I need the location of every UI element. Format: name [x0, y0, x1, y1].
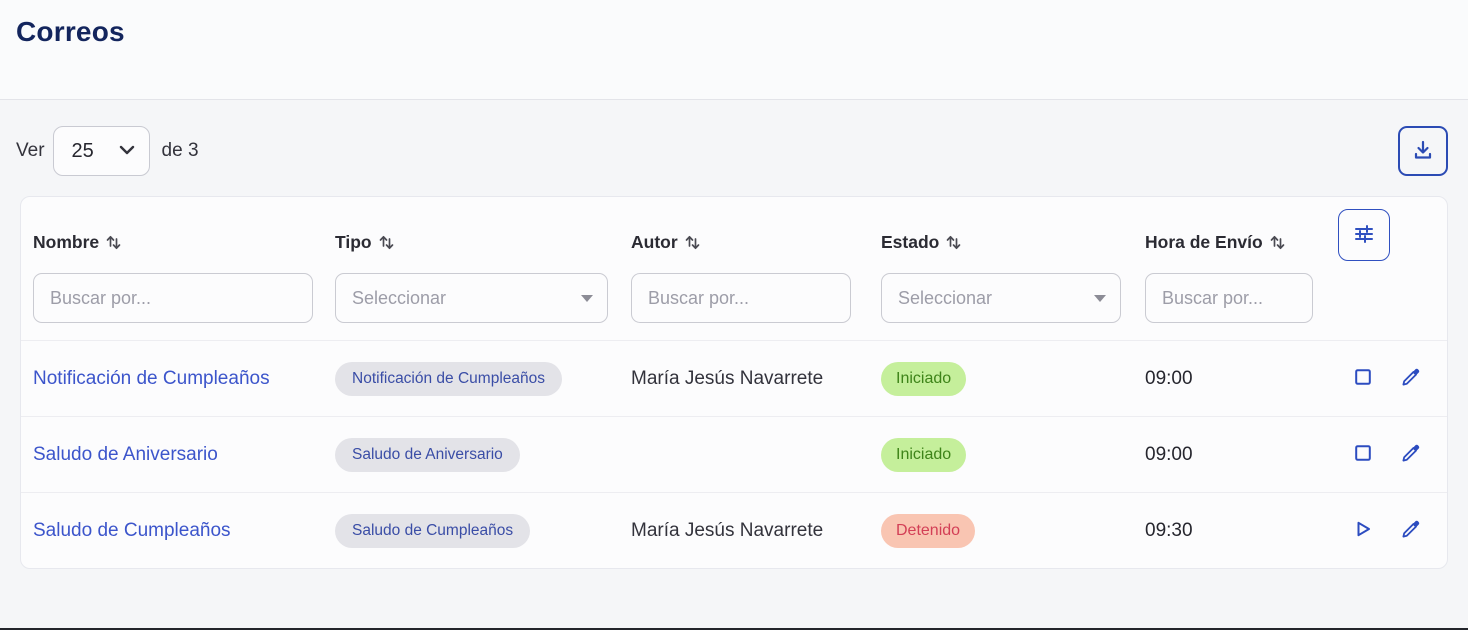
row-actions: [1338, 443, 1447, 467]
edit-button[interactable]: [1400, 443, 1421, 467]
sort-icon[interactable]: [685, 234, 700, 251]
sliders-icon: [1352, 222, 1376, 249]
sort-icon[interactable]: [379, 234, 394, 251]
tipo-filter-select[interactable]: Seleccionar: [335, 273, 608, 323]
table-row: Notificación de Cumpleaños Notificación …: [21, 340, 1447, 416]
stop-icon: [1354, 444, 1372, 465]
column-header-hora-de-envio[interactable]: Hora de Envío: [1145, 209, 1338, 261]
author-text: María Jesús Navarrete: [631, 368, 823, 389]
caret-down-icon: [1094, 295, 1106, 302]
emails-table: Nombre Tipo: [20, 196, 1448, 569]
status-badge: Iniciado: [881, 362, 966, 396]
sort-icon[interactable]: [106, 234, 121, 251]
edit-button[interactable]: [1400, 367, 1421, 391]
send-time: 09:00: [1145, 368, 1193, 389]
author-text: María Jesús Navarrete: [631, 520, 823, 541]
table-settings-cell: [1338, 209, 1447, 261]
row-actions: [1338, 519, 1447, 543]
table-filter-row: Seleccionar Seleccionar: [21, 273, 1447, 340]
column-header-tipo[interactable]: Tipo: [335, 209, 631, 261]
sort-icon[interactable]: [946, 234, 961, 251]
play-button[interactable]: [1354, 520, 1372, 541]
estado-filter-select[interactable]: Seleccionar: [881, 273, 1121, 323]
pencil-icon: [1400, 519, 1421, 543]
column-header-estado[interactable]: Estado: [881, 209, 1145, 261]
total-count-label: de 3: [162, 140, 199, 162]
type-pill: Saludo de Cumpleaños: [335, 514, 530, 548]
select-placeholder: Seleccionar: [898, 288, 992, 309]
pencil-icon: [1400, 443, 1421, 467]
type-pill: Saludo de Aniversario: [335, 438, 520, 472]
row-actions: [1338, 367, 1447, 391]
email-name-link[interactable]: Saludo de Cumpleaños: [33, 520, 231, 541]
stop-button[interactable]: [1354, 368, 1372, 389]
stop-icon: [1354, 368, 1372, 389]
select-placeholder: Seleccionar: [352, 288, 446, 309]
table-row: Saludo de Cumpleaños Saludo de Cumpleaño…: [21, 492, 1447, 568]
email-name-link[interactable]: Saludo de Aniversario: [33, 444, 218, 465]
controls-row: Ver 25 de 3: [0, 126, 1468, 176]
column-label: Autor: [631, 232, 678, 253]
page-header: Correos: [0, 0, 1468, 100]
column-header-nombre[interactable]: Nombre: [21, 209, 335, 261]
status-badge: Detenido: [881, 514, 975, 548]
table-header-row: Nombre Tipo: [21, 197, 1447, 261]
column-header-autor[interactable]: Autor: [631, 209, 881, 261]
send-time: 09:30: [1145, 520, 1193, 541]
page-size-select[interactable]: 25: [53, 126, 150, 176]
play-icon: [1354, 520, 1372, 541]
column-label: Nombre: [33, 232, 99, 253]
status-badge: Iniciado: [881, 438, 966, 472]
column-label: Estado: [881, 232, 939, 253]
send-time: 09:00: [1145, 444, 1193, 465]
emails-page: Correos Ver 25 de 3 Nombre: [0, 0, 1468, 630]
chevron-down-icon: [119, 142, 135, 160]
edit-button[interactable]: [1400, 519, 1421, 543]
download-button[interactable]: [1398, 126, 1448, 176]
download-icon: [1412, 139, 1434, 164]
table-row: Saludo de Aniversario Saludo de Aniversa…: [21, 416, 1447, 492]
pencil-icon: [1400, 367, 1421, 391]
column-label: Hora de Envío: [1145, 232, 1263, 253]
page-size-value: 25: [72, 140, 94, 163]
caret-down-icon: [581, 295, 593, 302]
column-label: Tipo: [335, 232, 372, 253]
column-settings-button[interactable]: [1338, 209, 1390, 261]
sort-icon[interactable]: [1270, 234, 1285, 251]
page-size-label: Ver: [16, 140, 45, 162]
nombre-filter-input[interactable]: [33, 273, 313, 323]
email-name-link[interactable]: Notificación de Cumpleaños: [33, 368, 270, 389]
hora-filter-input[interactable]: [1145, 273, 1313, 323]
type-pill: Notificación de Cumpleaños: [335, 362, 562, 396]
autor-filter-input[interactable]: [631, 273, 851, 323]
page-title: Correos: [16, 16, 1448, 48]
stop-button[interactable]: [1354, 444, 1372, 465]
